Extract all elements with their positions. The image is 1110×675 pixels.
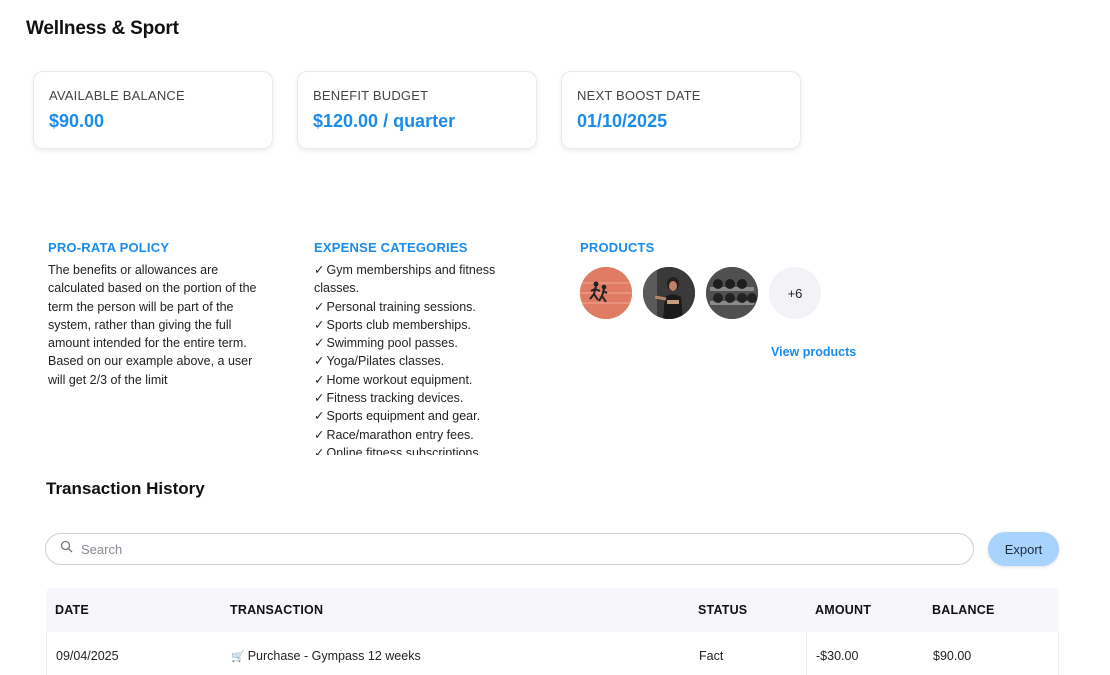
check-icon: ✓ bbox=[314, 336, 325, 351]
category-item: ✓ Race/marathon entry fees. bbox=[314, 426, 534, 444]
category-label: Fitness tracking devices. bbox=[326, 391, 464, 406]
card-value: $90.00 bbox=[49, 111, 105, 131]
check-icon: ✓ bbox=[314, 391, 325, 406]
column-header-balance[interactable]: BALANCE bbox=[932, 603, 995, 617]
category-label: Race/marathon entry fees. bbox=[326, 427, 474, 442]
check-icon: ✓ bbox=[314, 445, 325, 455]
search-bar[interactable] bbox=[45, 533, 974, 565]
category-label: Swimming pool passes. bbox=[326, 336, 458, 351]
card-label: NEXT BOOST DATE bbox=[577, 88, 701, 103]
benefit-budget-card: BENEFIT BUDGET $120.00 / quarter bbox=[297, 71, 537, 149]
category-item: ✓ Online fitness subscriptions bbox=[314, 444, 534, 455]
available-balance-card: AVAILABLE BALANCE $90.00 bbox=[33, 71, 273, 149]
category-label: Home workout equipment. bbox=[326, 372, 473, 387]
product-thumbnail-running[interactable] bbox=[580, 267, 632, 319]
category-label: Sports club memberships. bbox=[326, 317, 471, 332]
category-label: Gym memberships and fitness classes. bbox=[314, 263, 496, 296]
categories-heading: EXPENSE CATEGORIES bbox=[314, 240, 468, 255]
column-header-date[interactable]: DATE bbox=[55, 603, 89, 617]
search-input[interactable] bbox=[81, 541, 941, 557]
more-products-badge[interactable]: +6 bbox=[769, 267, 821, 319]
category-label: Online fitness subscriptions bbox=[326, 445, 479, 455]
category-item: ✓ Fitness tracking devices. bbox=[314, 389, 534, 407]
table-header: DATE TRANSACTION STATUS AMOUNT BALANCE bbox=[46, 588, 1059, 632]
product-thumbnails: +6 bbox=[580, 267, 821, 319]
category-item: ✓ Personal training sessions. bbox=[314, 298, 534, 316]
table-row[interactable]: 09/04/2025 🛒 Purchase - Gympass 12 weeks … bbox=[46, 633, 1059, 675]
transaction-amount: -$30.00 bbox=[816, 649, 859, 663]
expense-categories-list: ✓ Gym memberships and fitness classes. ✓ P… bbox=[314, 261, 534, 455]
category-item: ✓ Swimming pool passes. bbox=[314, 334, 534, 352]
transaction-history-title: Transaction History bbox=[46, 479, 205, 498]
check-icon: ✓ bbox=[314, 317, 325, 332]
check-icon: ✓ bbox=[314, 409, 325, 424]
check-icon: ✓ bbox=[314, 299, 325, 314]
next-boost-date-card: NEXT BOOST DATE 01/10/2025 bbox=[561, 71, 801, 149]
check-icon: ✓ bbox=[314, 263, 325, 277]
transaction-description: 🛒 Purchase - Gympass 12 weeks bbox=[231, 649, 421, 663]
category-label: Sports equipment and gear. bbox=[326, 409, 481, 424]
column-header-status[interactable]: STATUS bbox=[698, 603, 747, 617]
check-icon: ✓ bbox=[314, 372, 325, 387]
card-label: BENEFIT BUDGET bbox=[313, 88, 429, 103]
view-products-link[interactable]: View products bbox=[771, 345, 856, 359]
transaction-status: Fact bbox=[699, 649, 724, 663]
page-title: Wellness & Sport bbox=[26, 18, 179, 39]
category-label: Personal training sessions. bbox=[326, 299, 476, 314]
cart-icon: 🛒 bbox=[231, 651, 245, 663]
category-label: Yoga/Pilates classes. bbox=[326, 354, 445, 369]
search-icon bbox=[60, 540, 73, 558]
transaction-label: Purchase - Gympass 12 weeks bbox=[247, 649, 421, 663]
product-thumbnail-weights[interactable] bbox=[706, 267, 758, 319]
column-header-amount[interactable]: AMOUNT bbox=[815, 603, 871, 617]
check-icon: ✓ bbox=[314, 427, 325, 442]
category-item: ✓ Sports equipment and gear. bbox=[314, 407, 534, 425]
check-icon: ✓ bbox=[314, 354, 325, 369]
card-value: 01/10/2025 bbox=[577, 111, 668, 131]
transaction-date: 09/04/2025 bbox=[56, 649, 119, 663]
card-value: $120.00 / quarter bbox=[313, 111, 456, 131]
column-header-transaction[interactable]: TRANSACTION bbox=[230, 603, 323, 617]
products-heading: PRODUCTS bbox=[580, 240, 655, 255]
card-label: AVAILABLE BALANCE bbox=[49, 88, 185, 103]
category-item: ✓ Sports club memberships. bbox=[314, 316, 534, 334]
product-thumbnail-gym[interactable] bbox=[643, 267, 695, 319]
column-divider bbox=[806, 633, 807, 675]
category-item: ✓ Yoga/Pilates classes. bbox=[314, 352, 534, 370]
policy-heading: PRO-RATA POLICY bbox=[48, 240, 170, 255]
transaction-balance: $90.00 bbox=[933, 649, 972, 663]
export-button[interactable]: Export bbox=[988, 532, 1059, 566]
category-item: ✓ Home workout equipment. bbox=[314, 371, 534, 389]
category-item: ✓ Gym memberships and fitness classes. bbox=[314, 261, 534, 298]
policy-text: The benefits or allowances are calculate… bbox=[48, 263, 257, 387]
